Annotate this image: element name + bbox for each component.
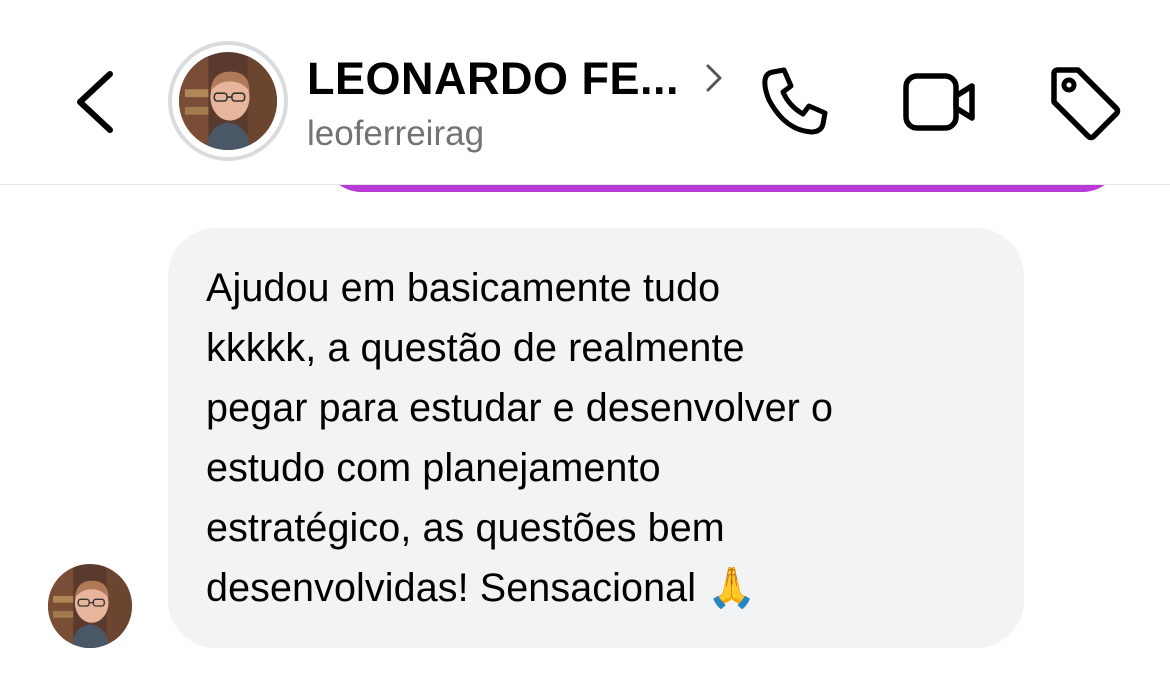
tag-button[interactable] (1044, 62, 1124, 142)
profile-link-button[interactable] (700, 60, 726, 96)
message-text: Ajudou em basicamente tudo kkkkk, a ques… (206, 266, 834, 610)
video-call-button[interactable] (898, 62, 978, 142)
audio-call-button[interactable] (755, 62, 835, 142)
contact-username[interactable]: leoferreirag (307, 112, 484, 156)
video-camera-icon (903, 73, 975, 131)
tag-icon (1051, 67, 1121, 141)
avatar-photo (48, 564, 132, 648)
avatar-photo (179, 52, 277, 150)
back-button[interactable] (66, 62, 126, 142)
conversation-header: LEONARDO FE... leoferreirag (0, 0, 1170, 185)
sender-avatar[interactable] (48, 564, 132, 648)
chevron-left-icon (77, 71, 113, 133)
received-message-bubble[interactable]: Ajudou em basicamente tudo kkkkk, a ques… (168, 228, 1024, 648)
chevron-right-icon (706, 64, 722, 92)
contact-name[interactable]: LEONARDO FE... (307, 52, 679, 106)
contact-avatar[interactable] (179, 52, 277, 150)
phone-icon (762, 67, 828, 135)
